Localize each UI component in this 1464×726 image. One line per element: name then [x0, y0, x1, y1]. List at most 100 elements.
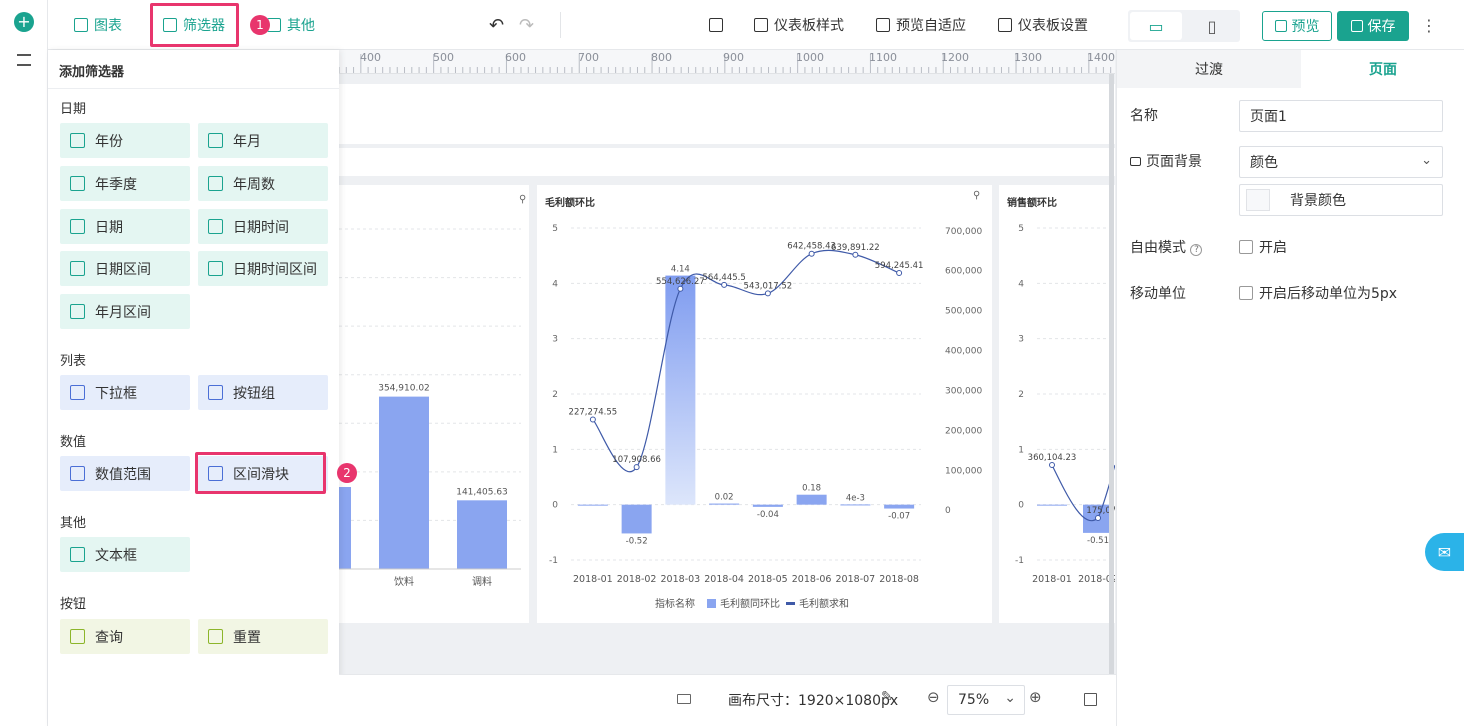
tab-page[interactable]: 页面: [1301, 50, 1464, 88]
filter-item-year-month-range[interactable]: 年月区间: [60, 294, 190, 329]
preview-adapt-button[interactable]: 预览自适应: [876, 0, 966, 50]
header-block[interactable]: [339, 84, 1115, 144]
legend-bar-label[interactable]: 毛利额同环比: [720, 597, 780, 610]
zoom-value: 75%: [958, 692, 990, 708]
line-point[interactable]: [1049, 462, 1055, 468]
chart-card-1[interactable]: 354,910.02 饮料 141,405.63 调料 ⚲: [339, 185, 529, 623]
preview-icon: [1274, 20, 1287, 32]
chart-card-3[interactable]: 销售额环比 5 4 3 2 1 0 -1 2018-01 -0.51 2018-02 360,1…: [999, 185, 1122, 623]
save-icon: [1350, 20, 1363, 32]
bar-data-label: 0.02: [715, 493, 734, 503]
filter-item-year[interactable]: 年份: [60, 123, 190, 158]
free-mode-checkbox[interactable]: 开启: [1239, 237, 1287, 257]
fit-screen-icon[interactable]: [1084, 693, 1097, 706]
add-icon[interactable]: +: [14, 12, 34, 32]
background-type-select[interactable]: 颜色 ⌄: [1239, 146, 1443, 178]
component-icon[interactable]: [709, 0, 723, 50]
line-data-label: 554,626.27: [656, 277, 705, 287]
filter-item-query[interactable]: 查询: [60, 619, 190, 654]
filter-item-date-range[interactable]: 日期区间: [60, 251, 190, 286]
chart-card-2[interactable]: 毛利额环比 ⚲ 5 4 3 2 1 0 -1 700,000 600,000 500,000 400…: [537, 185, 992, 623]
color-swatch[interactable]: [1246, 189, 1270, 211]
bar[interactable]: [796, 494, 827, 505]
bar[interactable]: [379, 396, 429, 569]
line-point[interactable]: [721, 281, 728, 288]
filter-item-datetime-range[interactable]: 日期时间区间: [198, 251, 328, 286]
dashboard-style-button[interactable]: 仪表板样式: [754, 0, 844, 50]
keyboard-icon[interactable]: [677, 694, 691, 704]
help-icon[interactable]: ?: [1190, 244, 1203, 256]
section-date: 日期: [60, 102, 87, 117]
save-button[interactable]: 保存: [1337, 11, 1409, 41]
preview-adapt-label: 预览自适应: [896, 18, 966, 34]
redo-icon[interactable]: ↷: [519, 0, 534, 50]
filter-panel: 添加筛选器 日期 年份 年月 年季度 年周数 日期 日期时间 日期区间 日期时间…: [48, 50, 339, 726]
y-tick-label: 3: [1018, 335, 1024, 345]
filter-item-date[interactable]: 日期: [60, 209, 190, 244]
chat-icon[interactable]: ✉: [1425, 533, 1464, 571]
filter-mark-icon[interactable]: ⚲: [973, 190, 980, 201]
undo-icon[interactable]: ↶: [489, 0, 504, 50]
bar[interactable]: [709, 503, 740, 505]
bar[interactable]: [1037, 504, 1067, 506]
line-point[interactable]: [589, 416, 596, 423]
edit-icon[interactable]: ✎: [881, 689, 893, 705]
chart-2-title: 毛利额环比: [545, 198, 595, 209]
bar[interactable]: [840, 504, 871, 506]
line-point[interactable]: [677, 285, 684, 292]
legend-line-label[interactable]: 毛利额求和: [799, 597, 849, 610]
tab-other[interactable]: 其他: [267, 0, 315, 50]
mobile-icon[interactable]: ▯: [1186, 12, 1238, 40]
divider: [560, 12, 561, 38]
outline-icon[interactable]: [17, 54, 31, 66]
line-point[interactable]: [633, 464, 640, 471]
filter-item-dropdown[interactable]: 下拉框: [60, 375, 190, 410]
bar[interactable]: [621, 504, 652, 534]
bar[interactable]: [752, 504, 783, 507]
filter-row[interactable]: [339, 148, 1115, 176]
filter-mark-icon[interactable]: ⚲: [519, 194, 526, 205]
move-unit-option: 开启后移动单位为5px: [1259, 286, 1398, 302]
tab-transition[interactable]: 过渡: [1117, 50, 1301, 88]
y-tick-label: 4: [1018, 279, 1024, 289]
filter-item-label: 下拉框: [95, 385, 137, 402]
desktop-icon[interactable]: ▭: [1130, 12, 1182, 40]
filter-item-year-month[interactable]: 年月: [198, 123, 328, 158]
zoom-out-icon[interactable]: ⊖: [927, 688, 940, 706]
line-point[interactable]: [764, 290, 771, 297]
line-point[interactable]: [1095, 515, 1101, 521]
chart-3-title: 销售额环比: [1007, 198, 1057, 209]
tab-chart[interactable]: 图表: [74, 0, 122, 50]
more-icon[interactable]: ⋮: [1421, 0, 1437, 50]
page-background-label: 页面背景: [1130, 151, 1202, 171]
line-point[interactable]: [852, 251, 859, 258]
calendar-icon: [70, 133, 85, 148]
bar[interactable]: [665, 275, 696, 505]
dashboard-settings-button[interactable]: 仪表板设置: [998, 0, 1088, 50]
checkbox-icon: [1239, 286, 1253, 300]
bar[interactable]: [457, 500, 507, 569]
zoom-select[interactable]: 75% ⌄: [947, 685, 1025, 715]
line-data-label: 107,908.66: [612, 455, 661, 465]
filter-item-number-range[interactable]: 数值范围: [60, 456, 190, 491]
bar[interactable]: [884, 504, 915, 509]
zoom-in-icon[interactable]: ⊕: [1029, 688, 1042, 706]
move-unit-checkbox[interactable]: 开启后移动单位为5px: [1239, 283, 1397, 303]
line-point[interactable]: [808, 250, 815, 257]
line-point[interactable]: [896, 269, 903, 276]
property-panel: 过渡 页面 名称 页面1 页面背景 颜色 ⌄ 背景颜色 自由模式 ? 开启 移动单…: [1116, 50, 1464, 726]
bar[interactable]: [577, 504, 608, 506]
page-name-input[interactable]: 页面1: [1239, 100, 1443, 132]
bar[interactable]: [339, 487, 351, 569]
bar-data-label: -0.52: [626, 536, 648, 546]
filter-item-datetime[interactable]: 日期时间: [198, 209, 328, 244]
vertical-scrollbar[interactable]: [1109, 74, 1114, 674]
filter-item-year-quarter[interactable]: 年季度: [60, 166, 190, 201]
filter-item-label: 日期时间区间: [233, 261, 317, 278]
filter-item-button-group[interactable]: 按钮组: [198, 375, 328, 410]
background-color-picker[interactable]: 背景颜色: [1239, 184, 1443, 216]
filter-item-reset[interactable]: 重置: [198, 619, 328, 654]
preview-button[interactable]: 预览: [1262, 11, 1332, 41]
filter-item-year-week[interactable]: 年周数: [198, 166, 328, 201]
filter-item-textbox[interactable]: 文本框: [60, 537, 190, 572]
